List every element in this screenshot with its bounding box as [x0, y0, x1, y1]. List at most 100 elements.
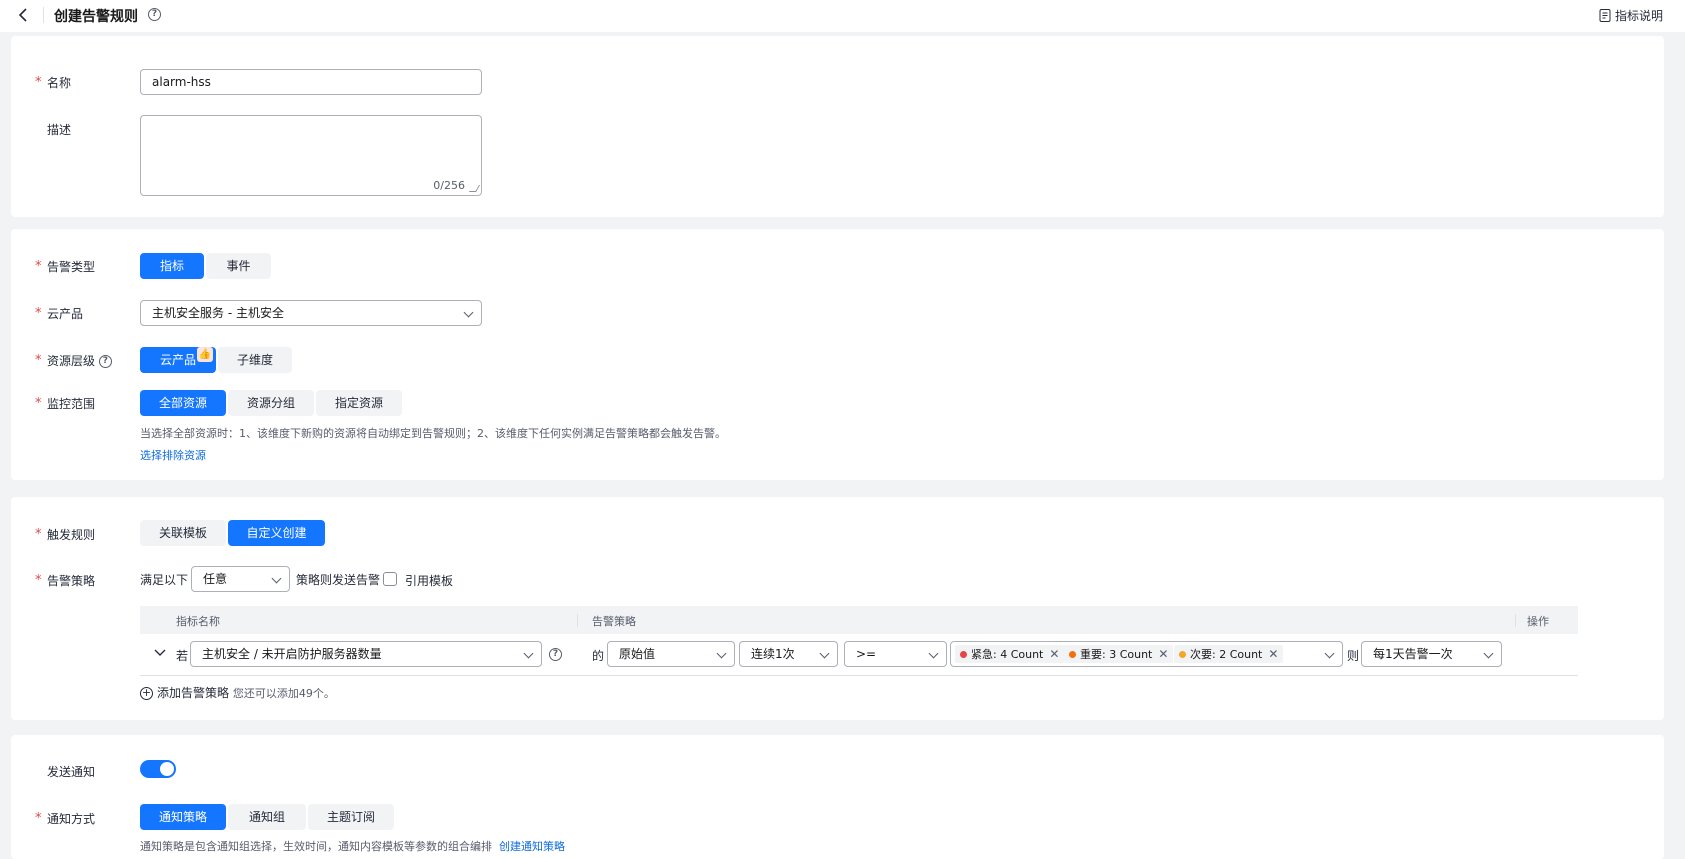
- threshold-tag-minor: 次要: 2 Count ✕: [1174, 645, 1284, 663]
- trigger-custom[interactable]: 自定义创建: [228, 520, 325, 546]
- thumb-up-icon: 👍: [197, 347, 213, 362]
- alarm-type-segment: 指标 事件: [140, 253, 271, 279]
- product-select[interactable]: 主机安全服务 - 主机安全: [140, 300, 482, 326]
- resize-handle[interactable]: [468, 185, 481, 192]
- metric-value: 主机安全 / 未开启防护服务器数量: [202, 647, 382, 661]
- scope-hint: 当选择全部资源时：1、该维度下新购的资源将自动绑定到告警规则；2、该维度下任何实…: [140, 427, 726, 440]
- method-policy[interactable]: 通知策略: [140, 804, 226, 830]
- col-policy: 告警策略: [592, 615, 636, 628]
- help-circle-icon[interactable]: ?: [549, 648, 562, 661]
- top-bar: 创建告警规则 ? 指标说明: [0, 0, 1685, 32]
- close-icon[interactable]: ✕: [1268, 647, 1278, 661]
- help-circle-icon[interactable]: ?: [148, 8, 161, 21]
- satisfy-select[interactable]: 任意: [191, 566, 290, 592]
- method-topic[interactable]: 主题订阅: [308, 804, 394, 830]
- send-notify-toggle[interactable]: [140, 760, 176, 778]
- expand-chevron-icon[interactable]: [154, 648, 166, 658]
- add-policy-row: + 添加告警策略 您还可以添加49个。: [140, 684, 335, 701]
- stat-select[interactable]: 原始值: [607, 641, 735, 667]
- threshold-tags-select[interactable]: 紧急: 4 Count ✕ 重要: 3 Count ✕ 次要: 2 Count ✕: [950, 641, 1343, 667]
- scope-group[interactable]: 资源分组: [228, 390, 314, 416]
- name-input[interactable]: [140, 69, 482, 95]
- status-dot: [960, 651, 967, 658]
- stat-value: 原始值: [619, 647, 656, 661]
- policy-table-header: 指标名称 告警策略 操作: [140, 606, 1578, 634]
- notify-hint-row: 通知策略是包含通知组选择，生效时间，通知内容模板等参数的组合编排 创建通知策略: [140, 838, 565, 854]
- scope-label: * 监控范围: [35, 396, 96, 411]
- help-circle-icon[interactable]: ?: [98, 355, 112, 368]
- close-icon[interactable]: ✕: [1049, 647, 1059, 661]
- send-notify-label: 发送通知: [47, 765, 96, 779]
- doc-icon: [1599, 9, 1611, 22]
- tag-text: 紧急: 4 Count: [971, 648, 1044, 661]
- chevron-down-icon: [1324, 648, 1335, 659]
- exclude-resources-link[interactable]: 选择排除资源: [140, 447, 206, 463]
- col-metric: 指标名称: [176, 615, 220, 628]
- satisfy-prefix: 满足以下: [140, 573, 189, 587]
- frequency-select[interactable]: 每1天告警一次: [1361, 641, 1502, 667]
- alarm-type-label: * 告警类型: [35, 259, 96, 274]
- level-label: * 资源层级 ?: [35, 352, 112, 369]
- operator-select[interactable]: >=: [844, 641, 947, 667]
- add-policy-button[interactable]: 添加告警策略: [157, 686, 229, 700]
- frequency-value: 每1天告警一次: [1373, 647, 1453, 661]
- notify-hint: 通知策略是包含通知组选择，生效时间，通知内容模板等参数的组合编排: [140, 840, 492, 853]
- chevron-down-icon: [271, 573, 282, 584]
- char-counter: 0/256: [433, 179, 465, 192]
- scope-segment: 全部资源 资源分组 指定资源: [140, 390, 402, 416]
- back-icon[interactable]: [14, 5, 34, 25]
- status-dot: [1179, 651, 1186, 658]
- page-title: 创建告警规则: [54, 9, 138, 25]
- notify-method-label: * 通知方式: [35, 811, 96, 826]
- tag-text: 次要: 2 Count: [1190, 648, 1263, 661]
- product-value: 主机安全服务 - 主机安全: [152, 306, 284, 320]
- scope-specific[interactable]: 指定资源: [316, 390, 402, 416]
- type-event[interactable]: 事件: [206, 253, 271, 279]
- satisfy-suffix: 策略则发送告警: [296, 573, 381, 587]
- add-circle-icon[interactable]: +: [140, 687, 153, 700]
- tag-text: 重要: 3 Count: [1080, 648, 1153, 661]
- trigger-segment: 关联模板 自定义创建: [140, 520, 325, 546]
- metric-select[interactable]: 主机安全 / 未开启防护服务器数量: [190, 641, 542, 667]
- desc-label: 描述: [47, 123, 72, 137]
- method-group[interactable]: 通知组: [228, 804, 306, 830]
- divider: [43, 7, 44, 23]
- level-subdimension[interactable]: 子维度: [218, 347, 292, 373]
- chevron-down-icon: [463, 307, 474, 318]
- threshold-tag-critical: 紧急: 4 Count ✕: [955, 645, 1065, 663]
- template-checkbox-label: 引用模板: [405, 574, 454, 588]
- product-label: * 云产品: [35, 306, 84, 321]
- chevron-down-icon: [523, 648, 534, 659]
- template-checkbox[interactable]: [383, 572, 397, 586]
- threshold-tag-major: 重要: 3 Count ✕: [1064, 645, 1174, 663]
- chevron-down-icon: [928, 648, 939, 659]
- create-notify-policy-link[interactable]: 创建通知策略: [499, 840, 565, 853]
- policy-label: * 告警策略: [35, 573, 96, 588]
- chevron-down-icon: [1483, 648, 1494, 659]
- notify-method-segment: 通知策略 通知组 主题订阅: [140, 804, 394, 830]
- if-label: 若: [176, 649, 189, 663]
- status-dot: [1069, 651, 1076, 658]
- add-policy-hint: 您还可以添加49个。: [232, 687, 335, 700]
- type-metric[interactable]: 指标: [140, 253, 204, 279]
- metric-help-link[interactable]: 指标说明: [1599, 7, 1663, 24]
- close-icon[interactable]: ✕: [1158, 647, 1168, 661]
- trigger-template[interactable]: 关联模板: [140, 520, 226, 546]
- of-label: 的: [592, 649, 605, 663]
- operator-value: >=: [856, 647, 877, 661]
- name-label: * 名称: [35, 75, 72, 90]
- row-divider: [140, 675, 1578, 676]
- col-divider: [1515, 614, 1516, 627]
- scope-all[interactable]: 全部资源: [140, 390, 226, 416]
- description-textarea[interactable]: 0/256: [140, 115, 482, 196]
- period-value: 连续1次: [751, 647, 795, 661]
- chevron-down-icon: [716, 648, 727, 659]
- period-select[interactable]: 连续1次: [739, 641, 838, 667]
- toggle-knob: [160, 762, 174, 776]
- then-label: 则: [1347, 649, 1360, 663]
- col-divider: [577, 614, 578, 627]
- satisfy-value: 任意: [203, 572, 228, 586]
- col-ops: 操作: [1527, 615, 1549, 628]
- level-segment: 云产品 子维度: [140, 347, 292, 373]
- metric-help-label: 指标说明: [1614, 9, 1663, 23]
